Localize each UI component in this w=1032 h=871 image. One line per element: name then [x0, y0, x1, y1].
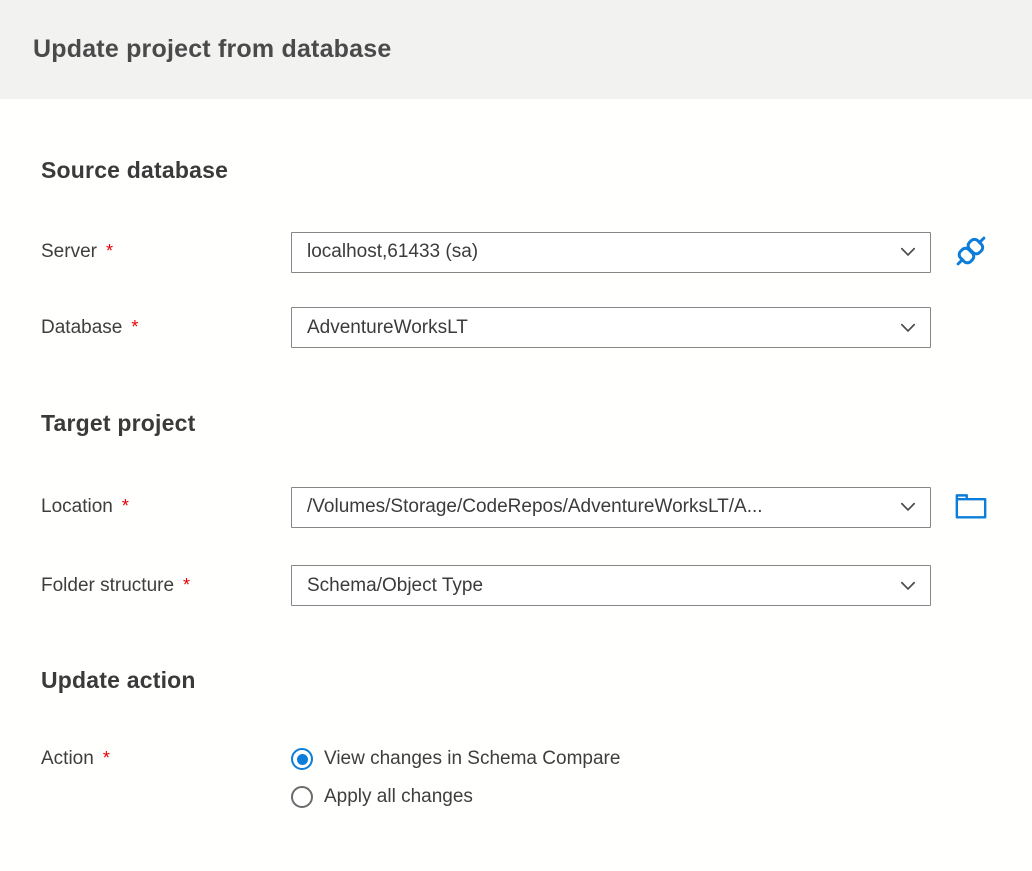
location-dropdown-value: /Volumes/Storage/CodeRepos/AdventureWork… — [307, 496, 763, 517]
folder-structure-dropdown[interactable]: Schema/Object Type — [291, 565, 931, 606]
chevron-down-icon — [899, 319, 917, 337]
plug-icon — [950, 230, 992, 275]
connect-to-server-button[interactable] — [949, 230, 993, 274]
location-field-row: Location * /Volumes/Storage/CodeRepos/Ad… — [41, 485, 1012, 529]
folder-structure-label: Folder structure * — [41, 574, 191, 596]
chevron-down-icon — [899, 498, 917, 516]
chevron-down-icon — [899, 243, 917, 261]
database-dropdown[interactable]: AdventureWorksLT — [291, 307, 931, 348]
browse-folder-button[interactable] — [949, 485, 993, 529]
folder-structure-field-row: Folder structure * Schema/Object Type — [41, 565, 1012, 606]
radio-button-icon[interactable] — [291, 748, 313, 770]
server-field-row: Server * localhost,61433 (sa) — [41, 230, 1012, 274]
required-asterisk: * — [105, 241, 113, 261]
server-dropdown-value: localhost,61433 (sa) — [307, 241, 479, 262]
database-label: Database * — [41, 316, 139, 338]
action-radio-group: View changes in Schema Compare Apply all… — [291, 747, 620, 808]
radio-option-apply-all-label: Apply all changes — [324, 786, 473, 807]
required-asterisk: * — [183, 574, 191, 595]
section-title-target-project: Target project — [41, 410, 196, 436]
action-field-row: Action * View changes in Schema Compare … — [41, 747, 1012, 808]
folder-icon — [954, 491, 988, 524]
database-field-row: Database * AdventureWorksLT — [41, 307, 1012, 348]
section-title-update-action: Update action — [41, 667, 196, 693]
radio-button-icon[interactable] — [291, 786, 313, 808]
dialog-body: Source database Server * localhost,61433… — [0, 157, 1032, 808]
required-asterisk: * — [131, 316, 139, 337]
required-asterisk: * — [121, 496, 129, 516]
location-label: Location * — [41, 496, 129, 517]
server-label: Server * — [41, 241, 113, 262]
required-asterisk: * — [102, 748, 110, 768]
radio-option-view-changes[interactable]: View changes in Schema Compare — [291, 748, 620, 770]
dialog-header: Update project from database — [0, 0, 1032, 99]
action-label: Action * — [41, 748, 110, 769]
database-dropdown-value: AdventureWorksLT — [307, 316, 468, 338]
dialog-title: Update project from database — [33, 35, 392, 63]
server-dropdown[interactable]: localhost,61433 (sa) — [291, 231, 931, 273]
location-dropdown[interactable]: /Volumes/Storage/CodeRepos/AdventureWork… — [291, 486, 931, 528]
radio-option-view-changes-label: View changes in Schema Compare — [324, 748, 621, 769]
folder-structure-dropdown-value: Schema/Object Type — [307, 574, 484, 596]
radio-option-apply-all[interactable]: Apply all changes — [291, 786, 620, 808]
chevron-down-icon — [899, 577, 917, 595]
section-title-source-database: Source database — [41, 157, 229, 183]
